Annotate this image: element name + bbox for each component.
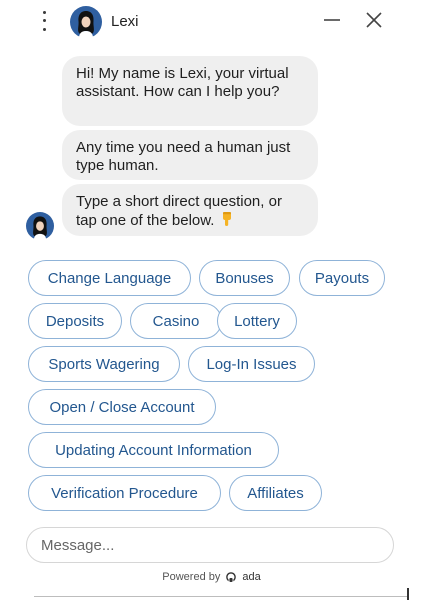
message-input[interactable] xyxy=(26,527,394,563)
pointing-down-hand-icon xyxy=(223,212,232,226)
bot-name: Lexi xyxy=(111,13,139,30)
quick-reply-casino[interactable]: Casino xyxy=(130,303,222,339)
ada-logo-icon xyxy=(226,572,237,582)
divider xyxy=(34,596,408,597)
quick-reply-verification-procedure[interactable]: Verification Procedure xyxy=(28,475,221,511)
quick-reply-lottery[interactable]: Lottery xyxy=(217,303,297,339)
bot-message-bubble: Type a short direct question, or tap one… xyxy=(62,184,318,236)
quick-reply-sports-wagering[interactable]: Sports Wagering xyxy=(28,346,180,382)
quick-reply-updating-account-information[interactable]: Updating Account Information xyxy=(28,432,279,468)
quick-reply-change-language[interactable]: Change Language xyxy=(28,260,191,296)
chat-widget: Lexi Hi! My name is Lexi, your virtual a… xyxy=(0,0,423,600)
bot-message-bubble: Hi! My name is Lexi, your virtual assist… xyxy=(62,56,318,126)
scrollbar[interactable] xyxy=(407,588,409,600)
minimize-icon[interactable] xyxy=(320,8,344,32)
quick-reply-payouts[interactable]: Payouts xyxy=(299,260,385,296)
bot-message-text: Hi! My name is Lexi, your virtual assist… xyxy=(76,65,289,100)
ada-brand: ada xyxy=(242,571,261,583)
quick-reply-bonuses[interactable]: Bonuses xyxy=(199,260,290,296)
quick-reply-log-in-issues[interactable]: Log-In Issues xyxy=(188,346,315,382)
bot-avatar-icon xyxy=(26,212,54,240)
powered-by[interactable]: Powered by ada xyxy=(0,571,423,583)
quick-reply-open-close-account[interactable]: Open / Close Account xyxy=(28,389,216,425)
kebab-menu-icon[interactable] xyxy=(36,8,52,34)
bot-message-text: Type a short direct question, or tap one… xyxy=(76,193,282,229)
quick-reply-affiliates[interactable]: Affiliates xyxy=(229,475,322,511)
close-icon[interactable] xyxy=(362,8,386,32)
bot-message-text: Any time you need a human just type huma… xyxy=(76,139,291,174)
quick-reply-deposits[interactable]: Deposits xyxy=(28,303,122,339)
bot-message-bubble: Any time you need a human just type huma… xyxy=(62,130,318,180)
bot-avatar-icon xyxy=(70,6,102,38)
chat-header: Lexi xyxy=(0,0,423,44)
powered-by-label: Powered by xyxy=(162,571,221,583)
